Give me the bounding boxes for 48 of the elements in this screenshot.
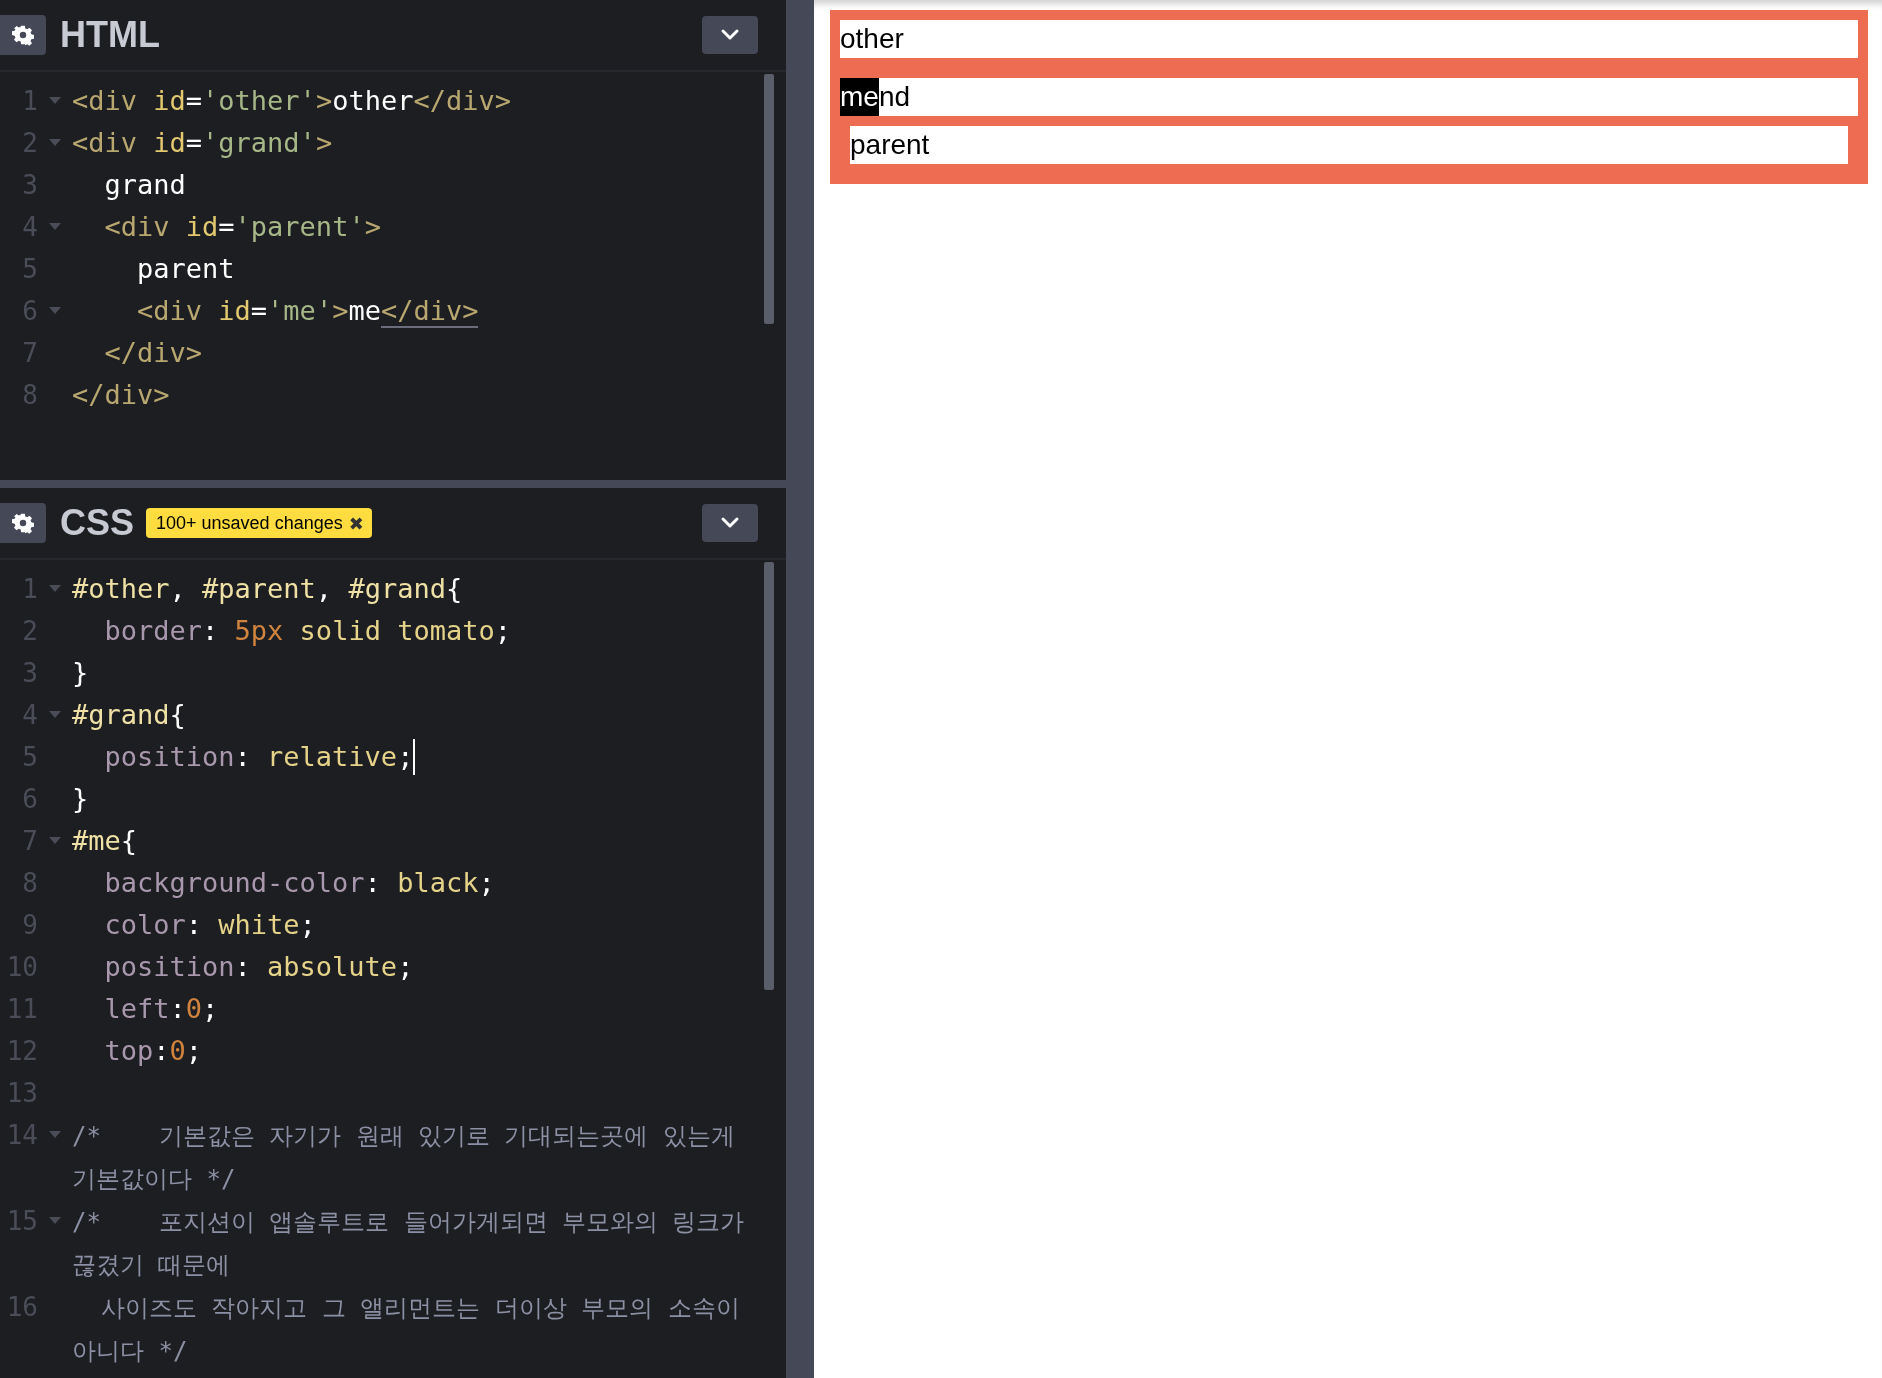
fold-arrow-icon[interactable]	[49, 1131, 61, 1139]
code-line: color: white;	[103, 908, 316, 942]
close-button[interactable]: ✖	[342, 512, 364, 534]
fold-arrow-icon[interactable]	[49, 307, 61, 315]
code-line: }	[72, 656, 89, 690]
code-line: </div>	[72, 378, 170, 412]
code-line: <div id='parent'>	[103, 210, 381, 244]
code-line: </div>	[103, 336, 203, 370]
fold-arrow-icon[interactable]	[49, 585, 61, 593]
collapse-button[interactable]	[702, 16, 758, 54]
fold-arrow-icon[interactable]	[49, 711, 61, 719]
settings-button[interactable]	[0, 15, 46, 55]
settings-button[interactable]	[0, 503, 46, 543]
scrollbar-thumb[interactable]	[764, 562, 774, 990]
code-line: <div id='me'>me</div>	[136, 294, 479, 330]
code-line: grand	[103, 168, 186, 202]
code-line: #grand{	[72, 698, 186, 732]
editor-title: CSS	[60, 502, 135, 544]
fold-arrow-icon[interactable]	[49, 1217, 61, 1225]
fold-arrow-icon[interactable]	[49, 97, 61, 105]
code-line: parent	[136, 252, 235, 286]
badge-label: 100+ unsaved changes	[156, 512, 343, 534]
scrollbar-thumb[interactable]	[764, 74, 774, 324]
collapse-button[interactable]	[702, 504, 758, 542]
code-line: 사이즈도 작아지고 그 앨리먼트는 더이상 부모의 소속이 아니다 */	[72, 1293, 741, 1367]
fold-arrow-icon[interactable]	[49, 837, 61, 845]
editor-title: HTML	[60, 14, 160, 56]
preview-text: nd	[878, 80, 911, 114]
code-line: <div id='other'>other</div>	[72, 84, 511, 118]
settings-icon	[12, 512, 34, 534]
code-line: background-color: black;	[103, 866, 495, 900]
code-line: border: 5px solid tomato;	[103, 614, 511, 648]
preview-text: other	[840, 23, 904, 54]
code-line: top:0;	[103, 1034, 203, 1068]
code-line: <div id='grand'>	[72, 126, 333, 160]
code-line: #me{	[72, 824, 138, 858]
settings-icon	[12, 24, 34, 46]
highlighted-text: me	[840, 78, 879, 116]
code-line: /* 기본값은 자기가 원래 있기로 기대되는곳에 있는게 기본값이다 */	[72, 1121, 736, 1195]
code-line: position: relative;	[103, 740, 414, 774]
fold-arrow-icon[interactable]	[49, 223, 61, 231]
code-line: /* 포지션이 앱솔루트로 들어가게되면 부모와의 링크가 끊겼기 때문에	[72, 1207, 746, 1281]
code-line: #other, #parent, #grand{	[72, 572, 463, 606]
code-line: position: absolute;	[103, 950, 414, 984]
preview-text: parent	[850, 129, 930, 160]
fold-arrow-icon[interactable]	[49, 139, 61, 147]
code-line: left:0;	[103, 992, 219, 1026]
code-line: }	[72, 782, 89, 816]
